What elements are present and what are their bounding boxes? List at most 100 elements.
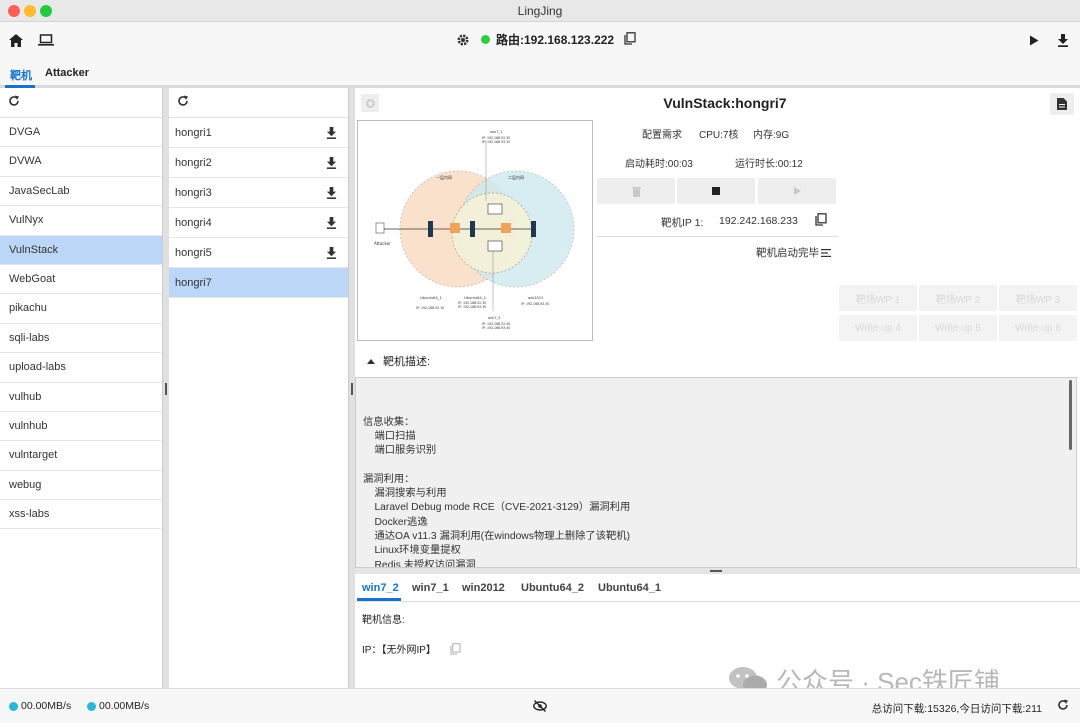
stop-button[interactable]: [677, 178, 755, 204]
win2012-ip: IP: 192.168.93.30: [521, 302, 549, 306]
vm-tab-win7-1[interactable]: win7_1: [412, 582, 449, 594]
download-icon[interactable]: [318, 212, 344, 234]
vm-info-label: 靶机信息:: [362, 615, 405, 626]
router-node: [450, 223, 460, 233]
firewall-node: [428, 221, 433, 237]
target-item[interactable]: hongri7: [169, 268, 348, 298]
description-text-area[interactable]: 信息收集： 端口扫描 端口服务识别 漏洞利用： 漏洞搜索与利用 Laravel …: [355, 377, 1077, 568]
ubuntu1-label: Ubuntu64_1: [420, 296, 442, 300]
stop-icon: [712, 187, 720, 195]
description-toggle[interactable]: 靶机描述:: [355, 346, 1080, 376]
target-list-panel: hongri1 hongri2 hongri3 hongri4 hongri5 hongr…: [169, 88, 349, 688]
category-item[interactable]: webug: [0, 471, 162, 501]
download-icon[interactable]: [318, 122, 344, 144]
category-item[interactable]: DVWA: [0, 147, 162, 177]
requirements-label: 配置需求: [642, 130, 682, 141]
download-icon[interactable]: [318, 242, 344, 264]
category-item[interactable]: JavaSecLab: [0, 177, 162, 207]
category-item[interactable]: DVGA: [0, 118, 162, 148]
refresh-icon[interactable]: [1057, 699, 1069, 714]
category-item[interactable]: vulnhub: [0, 412, 162, 442]
window-title: LingJing: [517, 4, 563, 18]
window-titlebar: LingJing: [0, 0, 1080, 22]
vm-tab-win7-2[interactable]: win7_2: [362, 582, 399, 594]
category-item[interactable]: upload-labs: [0, 353, 162, 383]
target-item-label: hongri1: [175, 126, 212, 139]
download-icon[interactable]: [318, 152, 344, 174]
route-label: 路由:192.168.123.222: [496, 33, 615, 47]
attacker-node: [375, 222, 385, 234]
copy-route-icon[interactable]: [624, 31, 636, 48]
category-item[interactable]: VulNyx: [0, 206, 162, 236]
description-scrollbar[interactable]: [1069, 380, 1072, 450]
switch-node: [470, 221, 475, 237]
writeup-button-6[interactable]: Write-up 6: [999, 315, 1077, 341]
download-icon[interactable]: [1053, 30, 1073, 50]
target-item[interactable]: hongri3: [169, 178, 348, 208]
visit-count: 总访问下载:15326,今日访问下载:211: [871, 703, 1042, 715]
zone-right-label: 二层内网: [508, 174, 524, 180]
vm-tab-ubuntu64-2[interactable]: Ubuntu64_2: [521, 582, 584, 594]
laptop-icon[interactable]: [36, 30, 56, 50]
delete-button[interactable]: [597, 178, 675, 204]
tab-targets[interactable]: 靶机: [10, 67, 32, 83]
win2012-label: win2012: [528, 296, 543, 300]
target-item[interactable]: hongri4: [169, 208, 348, 238]
network-topology-diagram: 一层内网 二层内网 Attacker win7_1 IP: 192.168.52…: [357, 120, 593, 341]
target-item-label: hongri4: [175, 216, 212, 229]
upload-speed: 00.00MB/s: [9, 700, 71, 712]
category-item[interactable]: VulnStack: [0, 235, 162, 265]
split-grip: [710, 570, 722, 572]
collapse-arrow-icon: [367, 358, 375, 364]
vm-tab-indicator: [357, 598, 401, 601]
category-item[interactable]: pikachu: [0, 294, 162, 324]
home-icon[interactable]: [6, 30, 26, 50]
category-item[interactable]: WebGoat: [0, 265, 162, 295]
top-toolbar: 路由:192.168.123.222: [0, 22, 1080, 58]
description-header: 靶机描述:: [383, 356, 431, 368]
writeup-button-1[interactable]: 靶场WP 1: [839, 285, 917, 311]
download-icon[interactable]: [318, 182, 344, 204]
boot-time: 启动耗时:00:03: [625, 159, 693, 170]
document-icon[interactable]: [1050, 93, 1074, 115]
category-item[interactable]: vulhub: [0, 383, 162, 412]
win7-2-ip-2: IP: 192.168.93.40: [482, 326, 510, 330]
writeup-button-4[interactable]: Write-up 4: [839, 315, 917, 341]
list-icon: [821, 248, 831, 257]
refresh-icon[interactable]: [177, 95, 189, 110]
target-item-label: hongri3: [175, 186, 212, 199]
target-item[interactable]: hongri2: [169, 148, 348, 178]
cpu-requirement: CPU:7核: [699, 130, 739, 141]
target-item[interactable]: hongri5: [169, 238, 348, 268]
category-item[interactable]: vulntarget: [0, 441, 162, 471]
vm-tab-win2012[interactable]: win2012: [462, 582, 505, 594]
settings-gear-icon[interactable]: [453, 30, 473, 50]
play-icon[interactable]: [1024, 30, 1044, 50]
win7-2-label: win7_2: [488, 316, 501, 320]
target-ip-value: 192.242.168.233: [719, 215, 798, 227]
start-button[interactable]: [758, 178, 836, 204]
ubuntu2-label: Ubuntu64_2: [464, 296, 486, 300]
target-title: VulnStack:hongri7: [663, 95, 787, 111]
tab-attacker[interactable]: Attacker: [45, 67, 89, 79]
run-time: 运行时长:00:12: [735, 159, 803, 170]
target-item-label: hongri7: [175, 276, 212, 289]
category-item[interactable]: sqli-labs: [0, 324, 162, 354]
copy-ip-icon[interactable]: [815, 213, 827, 229]
trash-icon: [631, 186, 641, 197]
download-arrow-icon: [87, 701, 96, 711]
writeup-button-5[interactable]: Write-up 5: [919, 315, 997, 341]
writeup-button-3[interactable]: 靶场WP 3: [999, 285, 1077, 311]
target-list: hongri1 hongri2 hongri3 hongri4 hongri5 hongr…: [169, 118, 348, 298]
category-item[interactable]: xss-labs: [0, 500, 162, 530]
target-item[interactable]: hongri1: [169, 118, 348, 148]
target-detail-panel: VulnStack:hongri7 一层内网 二层内网 Attacker win…: [355, 88, 1080, 688]
copy-icon[interactable]: [450, 642, 461, 655]
vm-ip-value: IP：【无外网IP】: [362, 645, 436, 656]
vm-tab-ubuntu64-1[interactable]: Ubuntu64_1: [598, 582, 661, 594]
splitter-grip: [351, 383, 353, 395]
category-list-panel: DVGA DVWA JavaSecLab VulNyx VulnStack WebGoat…: [0, 88, 163, 688]
eye-slash-icon[interactable]: [533, 700, 547, 715]
refresh-icon[interactable]: [8, 95, 20, 110]
writeup-button-2[interactable]: 靶场WP 2: [919, 285, 997, 311]
